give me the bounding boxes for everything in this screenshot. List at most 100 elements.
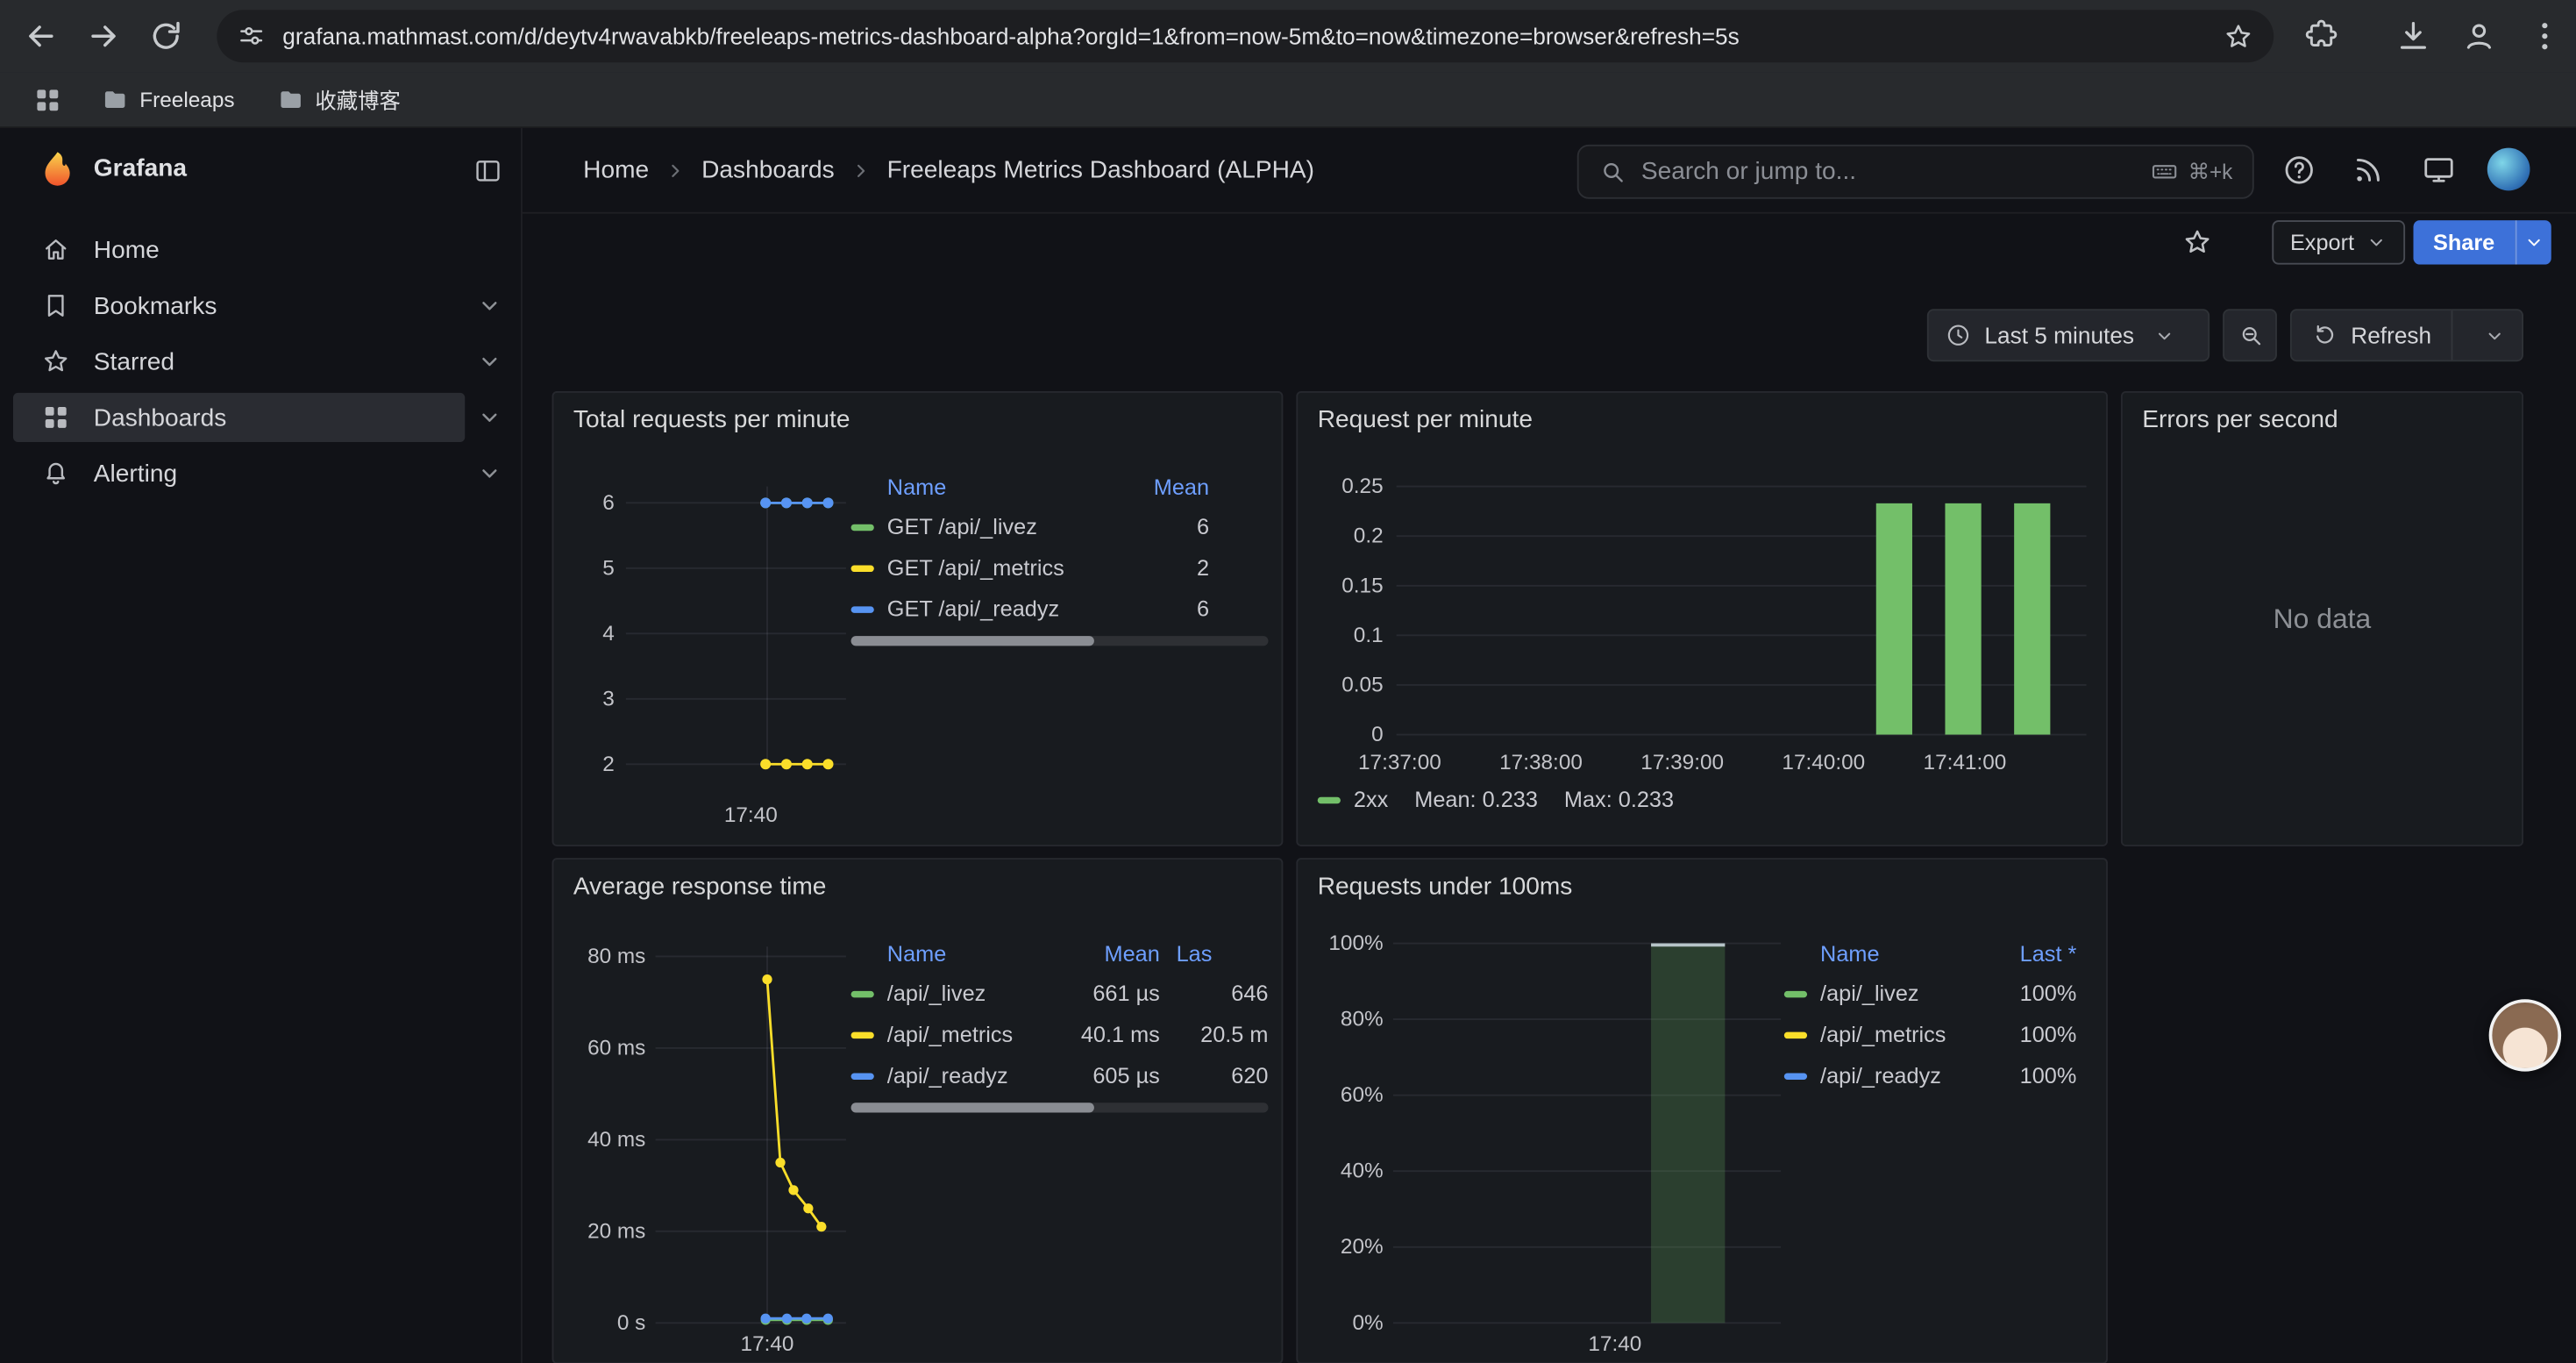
legend-col-name[interactable]: Name [1820,941,1984,966]
grafana-header: Home Dashboards Freeleaps Metrics Dashbo… [523,128,2576,213]
legend-row[interactable]: GET /api/_livez 6 [851,506,1269,547]
address-bar[interactable] [217,10,2274,62]
time-range-picker[interactable]: Last 5 minutes [1927,309,2210,361]
series-last: 646 [1160,981,1269,1006]
series-last: 100% [1984,1063,2089,1088]
forward-icon[interactable] [85,18,121,54]
breadcrumb-home[interactable]: Home [583,156,649,184]
series-name[interactable]: /api/_livez [1820,981,1984,1006]
zoom-out-button[interactable] [2223,309,2277,361]
chevron-down-icon[interactable] [476,404,502,431]
help-icon[interactable] [2282,153,2316,187]
dock-menu-icon[interactable] [473,156,503,186]
site-controls-icon[interactable] [237,21,267,51]
bookmarks-bar: Freeleaps 收藏博客 [0,72,2576,128]
legend-row[interactable]: /api/_metrics 100% [1784,1014,2090,1055]
apps-shortcut-icon[interactable] [32,84,62,114]
series-name[interactable]: /api/_metrics [887,1022,1066,1046]
panel-title[interactable]: Total requests per minute [573,406,850,434]
svg-text:0.05: 0.05 [1341,673,1383,696]
bookmark-star-icon[interactable] [2223,20,2254,52]
extensions-icon[interactable] [2303,18,2339,54]
share-label[interactable]: Share [2413,220,2514,265]
request-per-minute-chart: 0.250.20.150.10.05017:37:0017:38:0017:39… [1311,467,2096,792]
series-name[interactable]: /api/_metrics [1820,1022,1984,1046]
series-name[interactable]: GET /api/_metrics [887,555,1117,580]
zoom-out-icon [2237,322,2263,348]
search-input[interactable] [1641,158,2151,186]
panel-average-response-time: Average response time 80 ms60 ms40 ms20 … [552,858,1284,1363]
sidebar-item-alerting[interactable]: Alerting [13,449,465,498]
back-icon[interactable] [23,18,59,54]
kiosk-monitor-icon[interactable] [2422,153,2456,187]
series-name[interactable]: /api/_readyz [887,1063,1066,1088]
legend-row[interactable]: GET /api/_readyz 6 [851,589,1269,630]
export-label: Export [2290,230,2354,254]
legend-row[interactable]: /api/_livez 100% [1784,973,2090,1014]
legend-row[interactable]: GET /api/_metrics 2 [851,547,1269,589]
series-name[interactable]: 2xx [1354,788,1388,812]
bookmark-folder-freeleaps[interactable]: Freeleaps [85,80,251,119]
url-input[interactable] [282,23,2223,49]
svg-text:0.15: 0.15 [1341,574,1383,597]
sidebar-item-bookmarks[interactable]: Bookmarks [13,281,465,330]
chevron-down-icon[interactable] [476,348,502,375]
legend-col-last[interactable]: Las [1160,941,1269,966]
legend-col-name[interactable]: Name [887,941,1066,966]
refresh-main[interactable]: Refresh [2292,310,2453,360]
legend-row[interactable]: /api/_readyz 100% [1784,1055,2090,1096]
chevron-down-icon[interactable] [476,460,502,487]
search-icon [1598,158,1626,186]
assistant-avatar-bubble[interactable] [2489,999,2561,1071]
search-box[interactable]: ⌘+k [1577,145,2254,199]
legend-table: Name Last * /api/_livez 100% /api/_metri… [1784,933,2090,1095]
panel-title[interactable]: Request per minute [1318,406,1533,434]
sidebar-item-dashboards[interactable]: Dashboards [13,393,465,442]
user-avatar[interactable] [2487,148,2530,191]
svg-text:20 ms: 20 ms [587,1219,645,1243]
bookmark-folder-blogs[interactable]: 收藏博客 [261,77,417,122]
legend-col-mean[interactable]: Mean [1117,475,1209,499]
legend-item-2xx[interactable]: 2xx [1318,788,1389,812]
browser-menu-icon[interactable] [2527,18,2563,54]
favorite-star-icon[interactable] [2181,227,2213,259]
series-name[interactable]: /api/_readyz [1820,1063,1984,1088]
svg-text:0 s: 0 s [617,1311,645,1335]
svg-text:17:41:00: 17:41:00 [1924,751,2007,774]
legend-row[interactable]: /api/_readyz 605 µs 620 [851,1055,1269,1096]
share-dropdown[interactable] [2515,220,2551,265]
breadcrumb-dashboards[interactable]: Dashboards [701,156,835,184]
share-button[interactable]: Share [2413,220,2551,265]
series-mean: 6 [1117,596,1209,621]
refresh-button[interactable]: Refresh [2290,309,2523,361]
legend-col-mean[interactable]: Mean [1066,941,1160,966]
bell-icon [41,459,71,489]
bookmark-icon [41,291,71,321]
reload-icon[interactable] [148,18,184,54]
legend-scrollbar[interactable] [851,1103,1269,1112]
series-name[interactable]: GET /api/_readyz [887,596,1117,621]
refresh-interval-dropdown[interactable] [2466,325,2522,346]
legend-col-last[interactable]: Last * [1984,941,2089,966]
profile-icon[interactable] [2461,18,2497,54]
panel-title[interactable]: Requests under 100ms [1318,873,1573,901]
sidebar-item-starred[interactable]: Starred [13,337,465,386]
series-mean: 661 µs [1066,981,1160,1006]
downloads-icon[interactable] [2395,18,2431,54]
export-button[interactable]: Export [2272,220,2405,265]
panel-title[interactable]: Average response time [573,873,827,901]
legend-row[interactable]: /api/_metrics 40.1 ms 20.5 m [851,1014,1269,1055]
sidebar-item-home[interactable]: Home [13,225,465,275]
svg-text:17:40: 17:40 [724,803,778,827]
news-rss-icon[interactable] [2351,153,2385,187]
svg-text:0.1: 0.1 [1354,624,1384,647]
series-mean: 605 µs [1066,1063,1160,1088]
legend-table: Name Mean GET /api/_livez 6 GET /api/_me… [851,467,1269,629]
legend-scrollbar[interactable] [851,636,1269,646]
legend-col-name[interactable]: Name [887,475,1117,499]
series-name[interactable]: GET /api/_livez [887,514,1117,539]
svg-text:0.25: 0.25 [1341,475,1383,498]
series-name[interactable]: /api/_livez [887,981,1066,1006]
legend-row[interactable]: /api/_livez 661 µs 646 [851,973,1269,1014]
chevron-down-icon[interactable] [476,293,502,319]
